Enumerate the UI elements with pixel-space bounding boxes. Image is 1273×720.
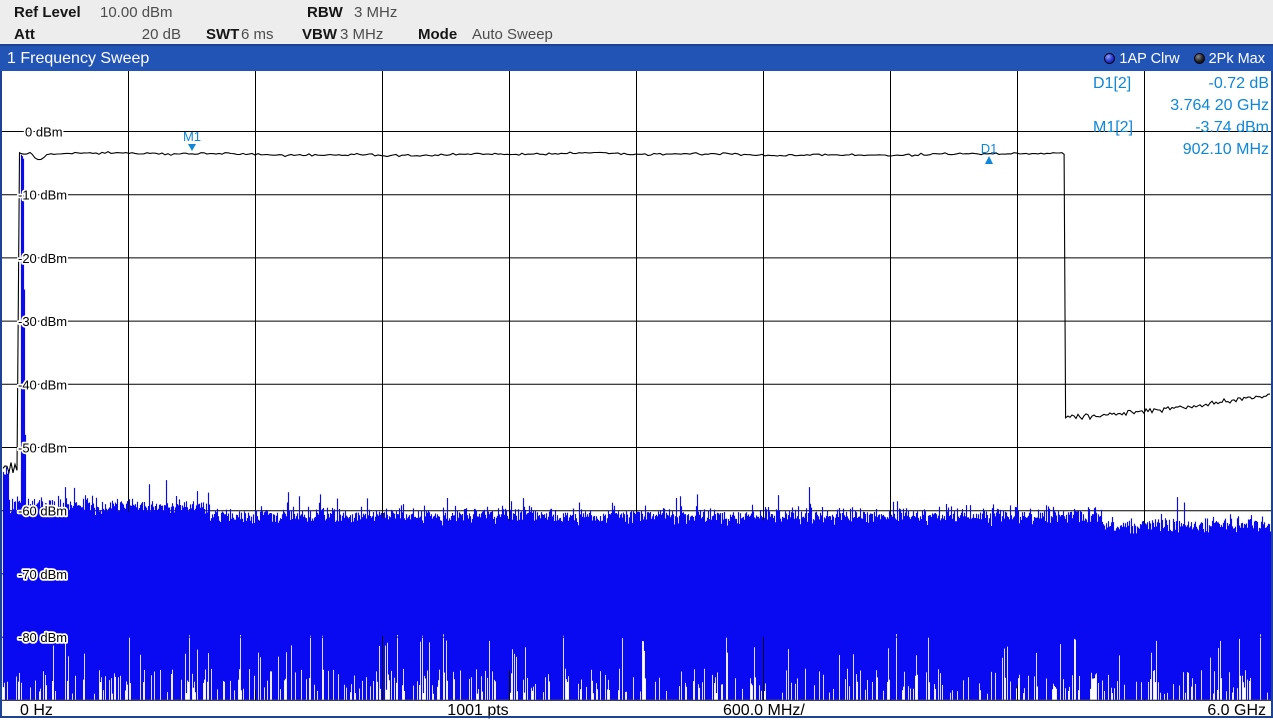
marker-m1-glyph[interactable]: M1 <box>181 130 203 151</box>
svg-text:-80 dBm: -80 dBm <box>18 630 67 645</box>
trace-legend: 1AP Clrw 2Pk Max <box>1090 51 1265 67</box>
trace2-legend-item[interactable]: 2Pk Max <box>1194 51 1265 67</box>
marker-up-triangle-icon <box>985 156 993 164</box>
marker-readout-row: 902.10 MHz <box>1093 139 1269 161</box>
vbw-value[interactable]: 3 MHz <box>340 26 383 43</box>
trace2-color-icon <box>1194 53 1205 64</box>
svg-text:0 dBm: 0 dBm <box>25 125 63 140</box>
att-value[interactable]: 20 dB <box>100 26 181 43</box>
spectrum-display: 0 dBm -10 dBm -20 dBm -30 dBm -40 dBm -50 dBm… <box>0 71 1273 718</box>
marker-readout-row: D1[2] -0.72 dB <box>1093 73 1269 95</box>
ref-level-label[interactable]: Ref Level <box>14 4 81 21</box>
delta-marker-freq: 3.764 20 GHz <box>1170 95 1269 117</box>
trace1-legend-item[interactable]: 1AP Clrw <box>1104 51 1179 67</box>
swt-label[interactable]: SWT <box>206 26 239 43</box>
marker-readout-row: M1[2] -3.74 dBm <box>1093 117 1269 139</box>
mode-label[interactable]: Mode <box>418 26 457 43</box>
window-titlebar[interactable]: 1 Frequency Sweep 1AP Clrw 2Pk Max <box>0 44 1273 71</box>
marker-readout: D1[2] -0.72 dB 3.764 20 GHz M1[2] -3.74 … <box>1093 73 1269 161</box>
delta-marker-level: -0.72 dB <box>1209 73 1269 95</box>
rbw-value[interactable]: 3 MHz <box>354 4 397 21</box>
marker1-name: M1[2] <box>1093 117 1133 139</box>
trace2-legend-label: 2Pk Max <box>1209 51 1265 67</box>
svg-text:-20 dBm: -20 dBm <box>18 251 67 266</box>
marker-down-triangle-icon <box>188 144 196 151</box>
svg-text:-40 dBm: -40 dBm <box>18 377 67 392</box>
window-title: 1 Frequency Sweep <box>7 50 149 68</box>
ref-level-value[interactable]: 10.00 dBm <box>100 4 173 21</box>
marker-d1-glyph[interactable]: D1 <box>978 142 1000 164</box>
trace1-legend-label: 1AP Clrw <box>1119 51 1179 67</box>
svg-text:-50 dBm: -50 dBm <box>18 441 67 456</box>
window-border-left <box>0 71 2 718</box>
marker-readout-row: 3.764 20 GHz <box>1093 95 1269 117</box>
trace1-color-icon <box>1104 53 1115 64</box>
rbw-label[interactable]: RBW <box>307 4 343 21</box>
marker1-level: -3.74 dBm <box>1195 117 1269 139</box>
swt-value[interactable]: 6 ms <box>241 26 274 43</box>
svg-text:-70 dBm: -70 dBm <box>18 567 67 582</box>
spectrum-analyzer-screen: { "header": { "rows": [ [ {"label": "Ref… <box>0 0 1273 718</box>
spectrum-plot-svg: 0 dBm -10 dBm -20 dBm -30 dBm -40 dBm -50 dBm… <box>0 71 1273 718</box>
marker-d1-label: D1 <box>981 141 998 156</box>
vbw-label[interactable]: VBW <box>302 26 337 43</box>
svg-text:-10 dBm: -10 dBm <box>18 188 67 203</box>
settings-header: Ref Level 10.00 dBm RBW 3 MHz Att 20 dB … <box>0 0 1273 44</box>
svg-text:-60 dBm: -60 dBm <box>18 504 67 519</box>
svg-text:-30 dBm: -30 dBm <box>18 314 67 329</box>
delta-marker-name: D1[2] <box>1093 73 1131 95</box>
marker1-freq: 902.10 MHz <box>1183 139 1269 161</box>
marker-m1-label: M1 <box>183 129 201 144</box>
att-label[interactable]: Att <box>14 26 35 43</box>
mode-value[interactable]: Auto Sweep <box>472 26 553 43</box>
